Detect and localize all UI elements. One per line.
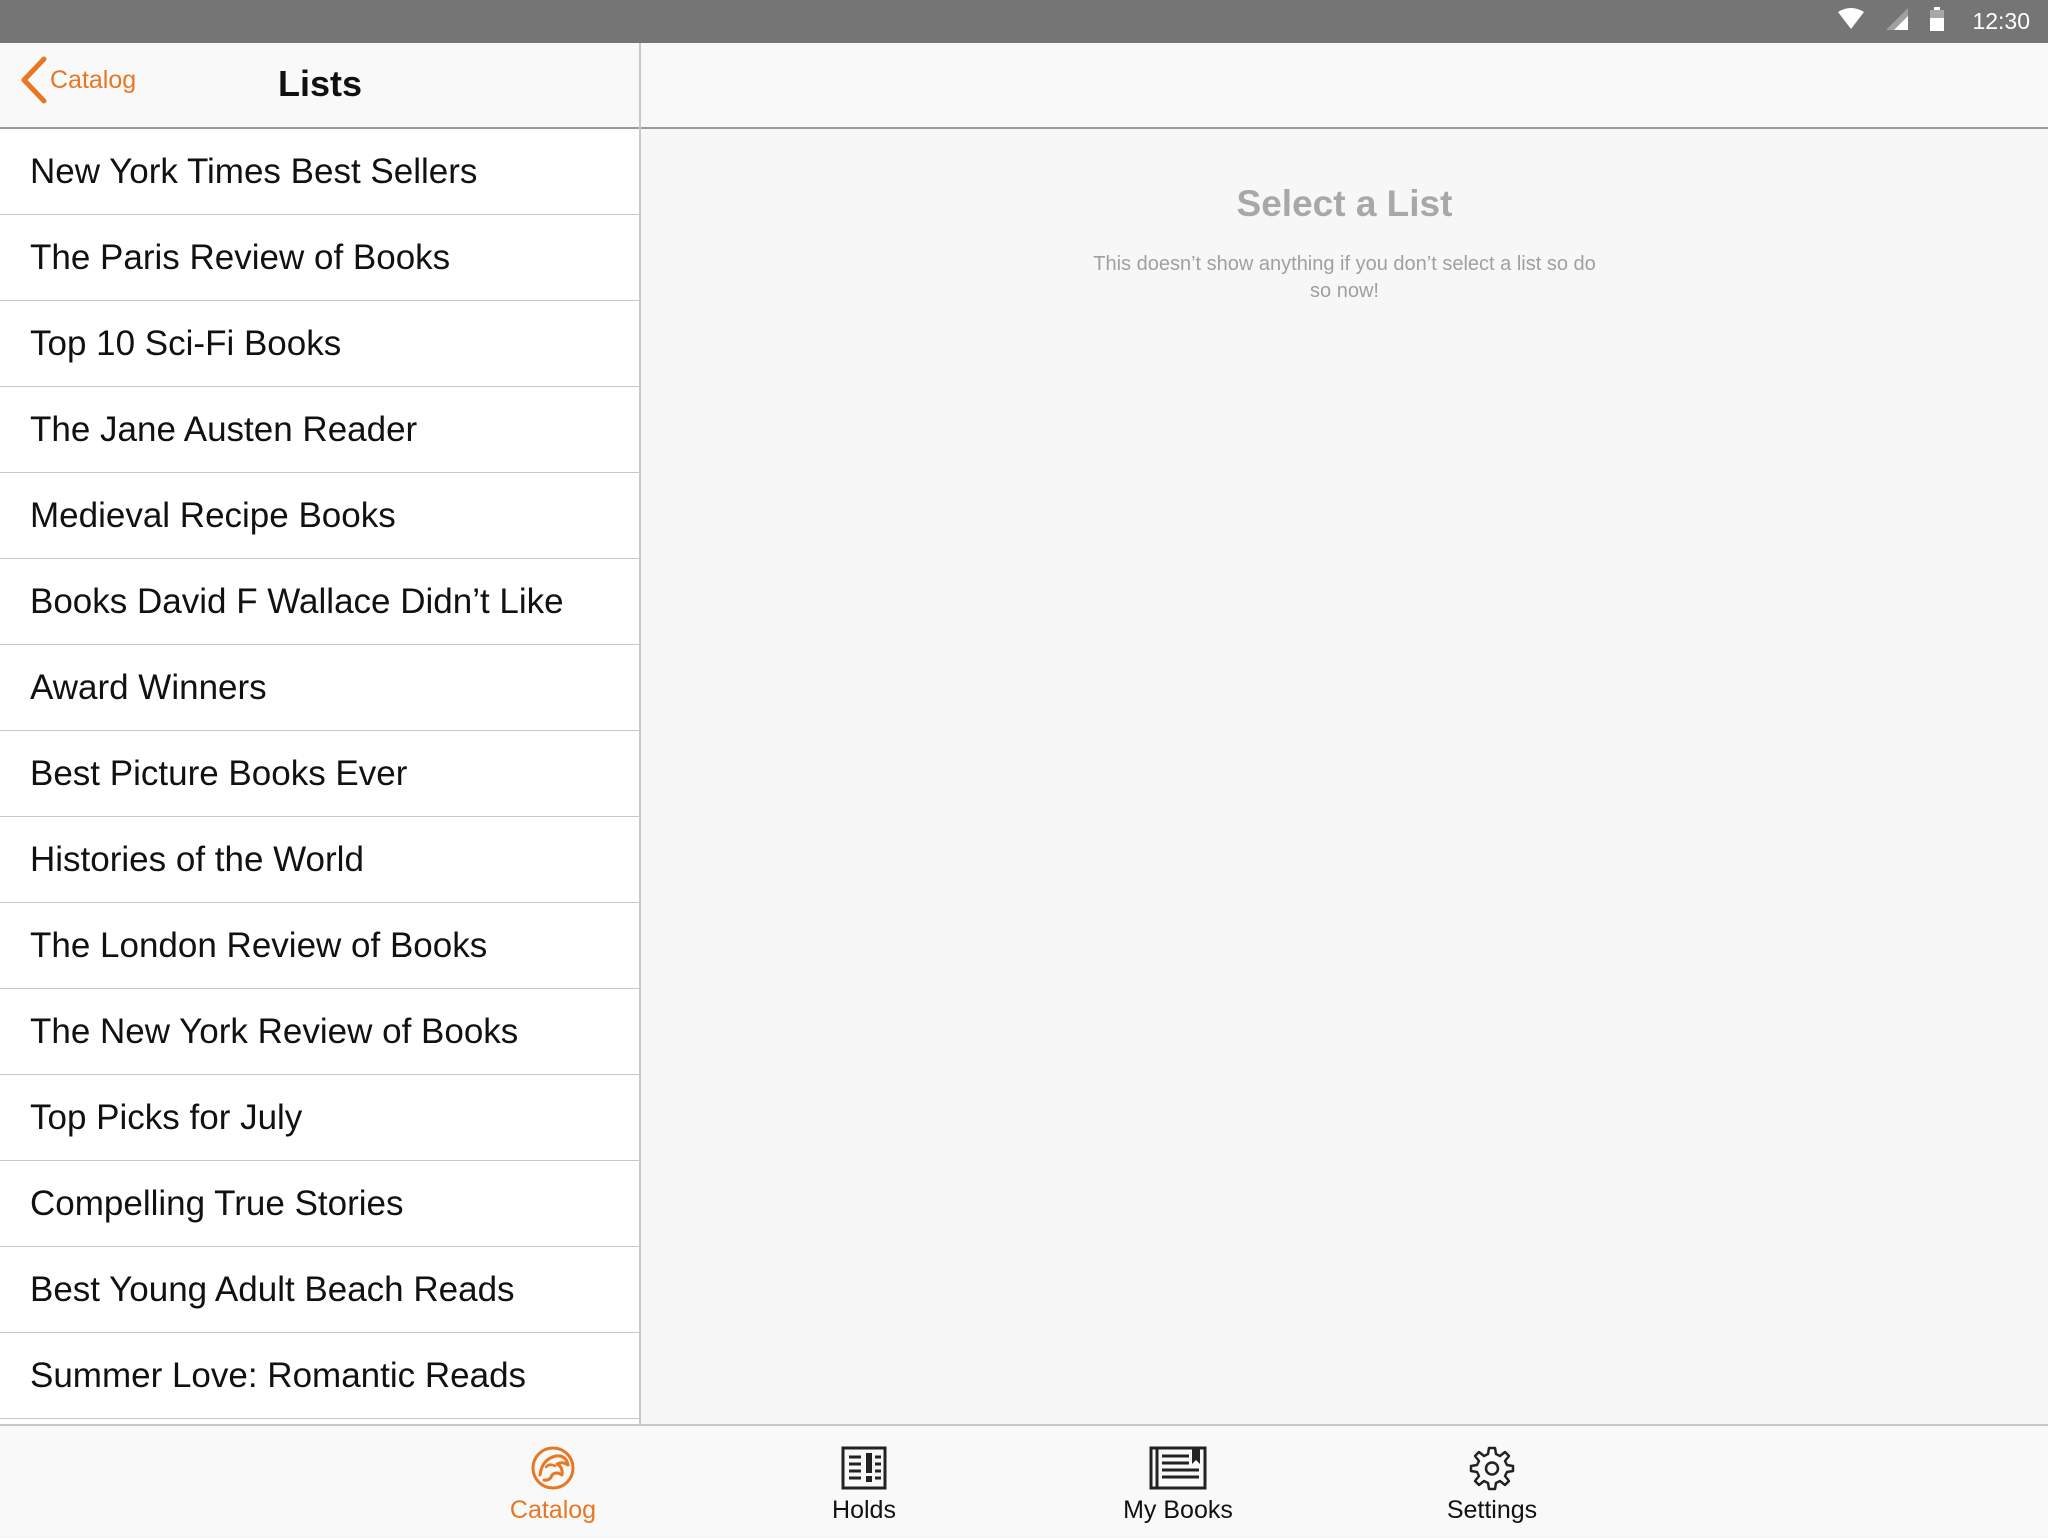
empty-state-message: This doesn’t show anything if you don’t … (1093, 253, 1596, 302)
tab-holds[interactable]: Holds (764, 1426, 964, 1538)
list-item[interactable]: Books David F Wallace Didn’t Like (0, 559, 639, 645)
cell-signal-icon (1886, 8, 1909, 35)
catalog-lion-icon (530, 1444, 576, 1492)
list-item[interactable]: The New York Review of Books (0, 989, 639, 1075)
status-bar: 12:30 (0, 0, 2048, 43)
list-item[interactable]: Best Young Adult Beach Reads (0, 1247, 639, 1333)
list-item[interactable]: Award Winners (0, 645, 639, 731)
battery-icon (1930, 7, 1945, 36)
wifi-icon (1838, 8, 1865, 35)
tab-catalog[interactable]: Catalog (453, 1426, 653, 1538)
list-item[interactable]: Top 10 Sci-Fi Books (0, 301, 639, 387)
tab-bar: Catalog Holds My Books Settings (0, 1424, 2048, 1536)
tab-label: Holds (832, 1496, 896, 1524)
detail-pane: Select a List This doesn’t show anything… (641, 131, 2048, 1424)
list-item[interactable]: Histories of the World (0, 817, 639, 903)
my-books-icon (1149, 1444, 1207, 1492)
tab-my-books[interactable]: My Books (1078, 1426, 1278, 1538)
lists-header: Catalog Lists (0, 43, 640, 129)
status-time: 12:30 (1972, 8, 2030, 34)
gear-icon (1469, 1444, 1515, 1492)
list-item[interactable]: The London Review of Books (0, 903, 639, 989)
tab-label: My Books (1123, 1496, 1233, 1524)
list-item[interactable]: The Paris Review of Books (0, 215, 639, 301)
list-item[interactable]: New York Times Best Sellers (0, 129, 639, 215)
page-title: Lists (277, 63, 363, 104)
list-item[interactable]: Best Picture Books Ever (0, 731, 639, 817)
tab-label: Catalog (509, 1496, 597, 1524)
empty-state-title: Select a List (1236, 183, 1453, 224)
holds-icon (841, 1444, 887, 1492)
tab-label: Settings (1446, 1496, 1538, 1524)
list-item[interactable]: The Jane Austen Reader (0, 387, 639, 473)
detail-header (641, 43, 2048, 129)
list-item[interactable]: Medieval Recipe Books (0, 473, 639, 559)
list-item[interactable]: Summer Love: Romantic Reads (0, 1333, 639, 1419)
list-item[interactable]: Compelling True Stories (0, 1161, 639, 1247)
tab-settings[interactable]: Settings (1392, 1426, 1592, 1538)
lists-list: New York Times Best Sellers The Paris Re… (0, 129, 639, 1424)
list-item[interactable]: Top Picks for July (0, 1075, 639, 1161)
